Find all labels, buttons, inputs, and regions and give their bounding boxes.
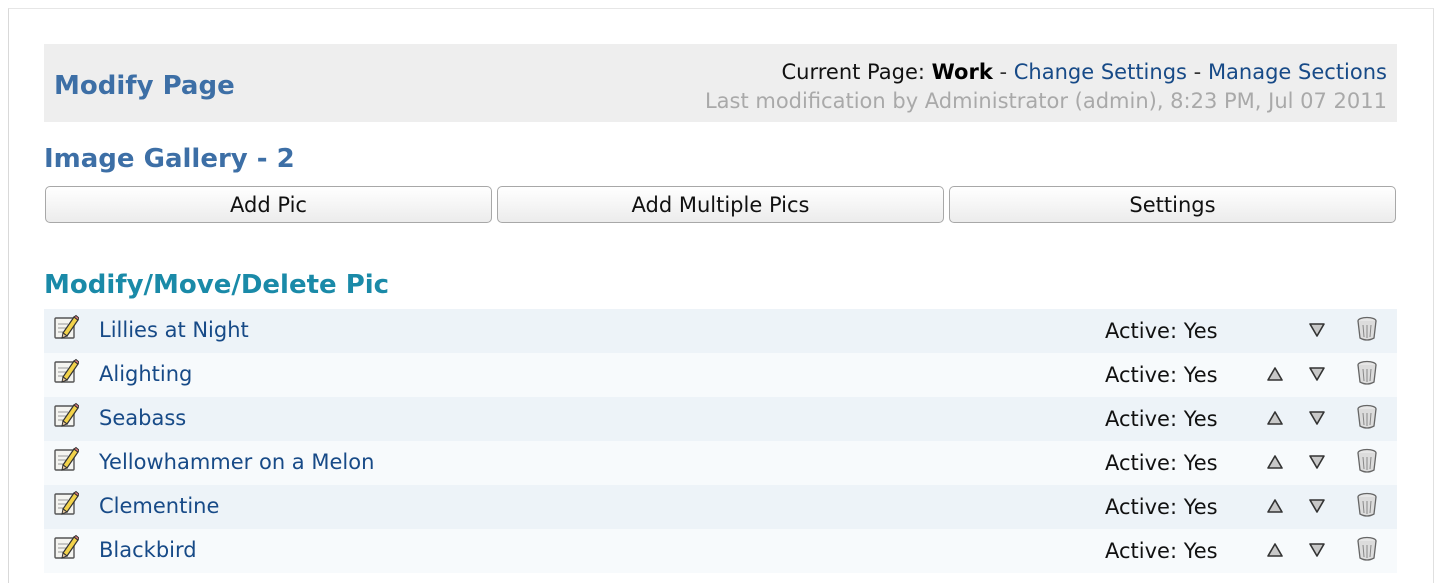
- move-down-icon[interactable]: [1308, 410, 1326, 426]
- pic-row: Blackbird Active: Yes: [44, 529, 1397, 573]
- edit-icon[interactable]: [53, 446, 80, 472]
- separator: -: [1193, 60, 1202, 84]
- pic-name-link[interactable]: Seabass: [99, 406, 186, 430]
- edit-icon[interactable]: [53, 490, 80, 516]
- add-multiple-pics-button[interactable]: Add Multiple Pics: [497, 186, 944, 223]
- pic-row: Alighting Active: Yes: [44, 353, 1397, 397]
- pic-row: Yellowhammer on a Melon Active: Yes: [44, 441, 1397, 485]
- pic-status: Active: Yes: [1105, 451, 1218, 475]
- pic-name-link[interactable]: Lillies at Night: [99, 318, 249, 342]
- move-up-icon[interactable]: [1266, 454, 1284, 470]
- delete-icon[interactable]: [1355, 360, 1379, 386]
- pic-name-link[interactable]: Yellowhammer on a Melon: [99, 450, 374, 474]
- pic-status: Active: Yes: [1105, 319, 1218, 343]
- last-modification: Last modification by Administrator (admi…: [704, 89, 1387, 113]
- current-page-line: Current Page: Work - Change Settings - M…: [705, 58, 1387, 87]
- pic-list: Lillies at Night Active: Yes Alighting Acti…: [44, 309, 1397, 573]
- edit-icon[interactable]: [53, 534, 80, 560]
- move-up-icon[interactable]: [1266, 410, 1284, 426]
- delete-icon[interactable]: [1355, 448, 1379, 474]
- add-pic-button[interactable]: Add Pic: [45, 186, 492, 223]
- page-title: Modify Page: [54, 71, 235, 101]
- pic-status: Active: Yes: [1105, 363, 1218, 387]
- pic-row: Seabass Active: Yes: [44, 397, 1397, 441]
- pic-row: Clementine Active: Yes: [44, 485, 1397, 529]
- page-header: Modify Page Current Page: Work - Change …: [44, 44, 1397, 122]
- page-info: Current Page: Work - Change Settings - M…: [705, 58, 1387, 116]
- delete-icon[interactable]: [1355, 316, 1379, 342]
- separator: -: [999, 60, 1008, 84]
- gallery-toolbar: Add Pic Add Multiple Pics Settings: [45, 186, 1396, 225]
- move-down-icon[interactable]: [1308, 366, 1326, 382]
- edit-icon[interactable]: [53, 402, 80, 428]
- pic-name-link[interactable]: Blackbird: [99, 538, 197, 562]
- manage-sections-link[interactable]: Manage Sections: [1208, 60, 1387, 84]
- delete-icon[interactable]: [1355, 404, 1379, 430]
- pic-status: Active: Yes: [1105, 495, 1218, 519]
- move-down-icon[interactable]: [1308, 454, 1326, 470]
- delete-icon[interactable]: [1355, 536, 1379, 562]
- delete-icon[interactable]: [1355, 492, 1379, 518]
- edit-icon[interactable]: [53, 358, 80, 384]
- move-up-icon[interactable]: [1266, 498, 1284, 514]
- move-up-icon[interactable]: [1266, 542, 1284, 558]
- move-down-icon[interactable]: [1308, 542, 1326, 558]
- move-down-icon[interactable]: [1308, 498, 1326, 514]
- change-settings-link[interactable]: Change Settings: [1014, 60, 1187, 84]
- pic-status: Active: Yes: [1105, 407, 1218, 431]
- pic-status: Active: Yes: [1105, 539, 1218, 563]
- settings-button[interactable]: Settings: [949, 186, 1396, 223]
- edit-icon[interactable]: [53, 314, 80, 340]
- pic-name-link[interactable]: Alighting: [99, 362, 192, 386]
- gallery-title: Image Gallery - 2: [44, 144, 295, 174]
- pic-row: Lillies at Night Active: Yes: [44, 309, 1397, 353]
- pic-name-link[interactable]: Clementine: [99, 494, 219, 518]
- move-down-icon[interactable]: [1308, 322, 1326, 338]
- current-page-name: Work: [931, 60, 993, 84]
- section-title: Modify/Move/Delete Pic: [44, 270, 390, 300]
- current-page-label: Current Page:: [781, 60, 925, 84]
- move-up-icon[interactable]: [1266, 366, 1284, 382]
